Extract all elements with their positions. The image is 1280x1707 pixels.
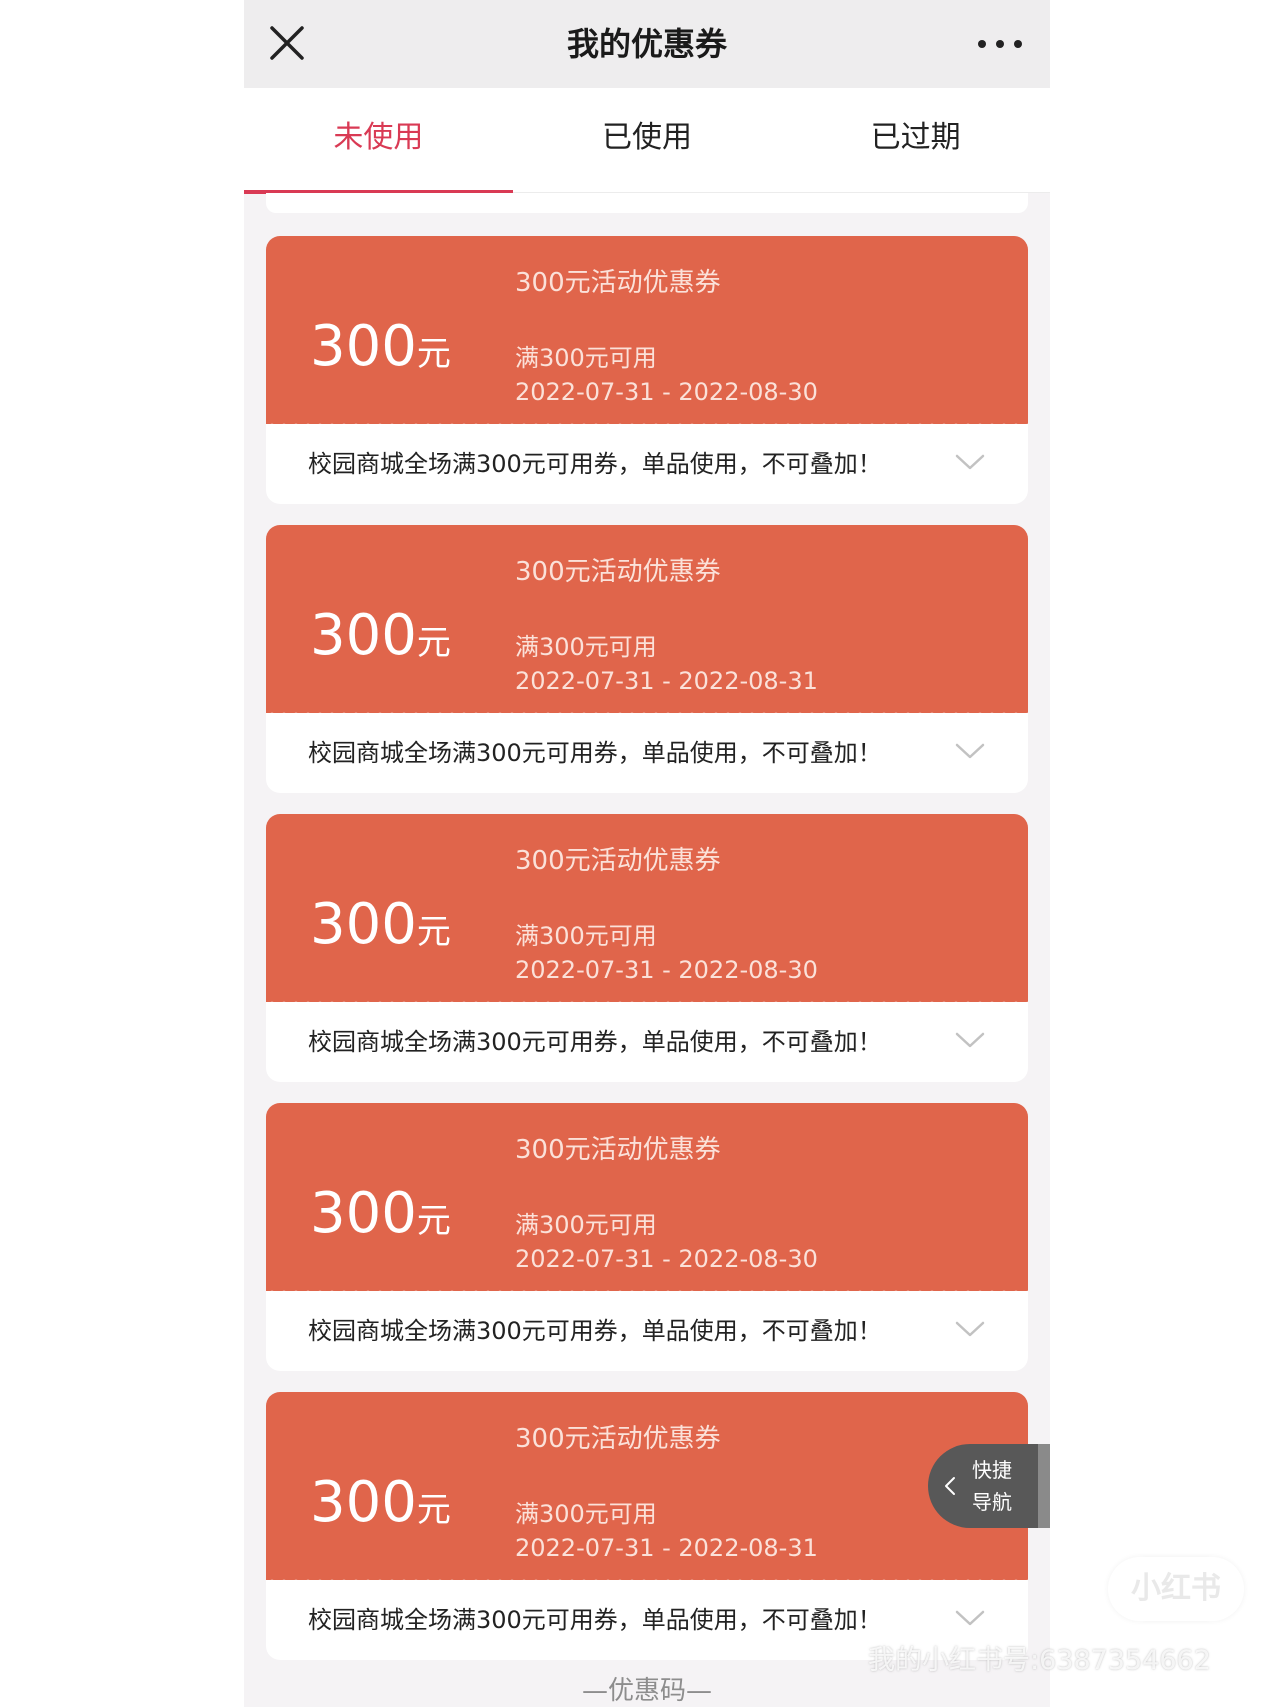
- coupon-card[interactable]: 300元 300元活动优惠券 满300元可用 2022-07-31 - 2022…: [266, 525, 1028, 793]
- amount-value: 300: [310, 314, 417, 379]
- chevron-down-icon[interactable]: [954, 1607, 986, 1629]
- close-icon: [270, 26, 304, 60]
- chevron-down-icon[interactable]: [954, 740, 986, 762]
- chevron-down-icon[interactable]: [954, 1029, 986, 1051]
- amount-unit: 元: [416, 1490, 451, 1530]
- coupon-condition: 满300元可用: [515, 1211, 657, 1239]
- quick-nav-line-2: 导航: [972, 1490, 1012, 1514]
- phone-screen: 我的优惠券 未使用 已使用 已过期 300元 300元活动优惠券 满300元可用: [244, 0, 1050, 1707]
- coupon-header: 300元 300元活动优惠券 满300元可用 2022-07-31 - 2022…: [266, 814, 1028, 1002]
- coupon-validity: 2022-07-31 - 2022-08-30: [515, 956, 818, 984]
- coupon-description: 校园商城全场满300元可用券，单品使用，不可叠加！: [308, 1317, 882, 1345]
- coupon-description-row[interactable]: 校园商城全场满300元可用券，单品使用，不可叠加！: [266, 1291, 1028, 1371]
- top-bar: 我的优惠券: [244, 0, 1050, 88]
- more-icon: [978, 40, 1022, 48]
- coupon-list: 300元 300元活动优惠券 满300元可用 2022-07-31 - 2022…: [266, 236, 1028, 1681]
- tab-expired[interactable]: 已过期: [781, 88, 1050, 192]
- previous-coupon-edge: [266, 193, 1028, 213]
- tab-unused[interactable]: 未使用: [244, 88, 513, 194]
- coupon-condition: 满300元可用: [515, 344, 657, 372]
- amount-unit: 元: [416, 623, 451, 663]
- quick-nav-line-1: 快捷: [972, 1458, 1012, 1482]
- more-button[interactable]: [972, 30, 1028, 58]
- amount-value: 300: [310, 892, 417, 957]
- coupon-amount: 300元: [310, 892, 451, 957]
- coupon-amount: 300元: [310, 1181, 451, 1246]
- coupon-card[interactable]: 300元 300元活动优惠券 满300元可用 2022-07-31 - 2022…: [266, 1392, 1028, 1660]
- tab-used[interactable]: 已使用: [513, 88, 782, 192]
- chevron-down-icon[interactable]: [954, 1318, 986, 1340]
- coupon-description: 校园商城全场满300元可用券，单品使用，不可叠加！: [308, 1606, 882, 1634]
- chevron-left-icon: [945, 1477, 955, 1495]
- amount-value: 300: [310, 603, 417, 668]
- coupon-description: 校园商城全场满300元可用券，单品使用，不可叠加！: [308, 739, 882, 767]
- coupon-validity: 2022-07-31 - 2022-08-31: [515, 1534, 818, 1562]
- coupon-name: 300元活动优惠券: [515, 557, 721, 587]
- coupon-condition: 满300元可用: [515, 922, 657, 950]
- coupon-header: 300元 300元活动优惠券 满300元可用 2022-07-31 - 2022…: [266, 1392, 1028, 1580]
- coupon-description-row[interactable]: 校园商城全场满300元可用券，单品使用，不可叠加！: [266, 424, 1028, 504]
- close-button[interactable]: [266, 22, 308, 64]
- coupon-amount: 300元: [310, 1470, 451, 1535]
- coupon-amount: 300元: [310, 603, 451, 668]
- coupon-header: 300元 300元活动优惠券 满300元可用 2022-07-31 - 2022…: [266, 1103, 1028, 1291]
- watermark-user-id: 我的小红书号:6387354662: [868, 1645, 1211, 1676]
- coupon-condition: 满300元可用: [515, 1500, 657, 1528]
- coupon-amount: 300元: [310, 314, 451, 379]
- coupon-description: 校园商城全场满300元可用券，单品使用，不可叠加！: [308, 450, 882, 478]
- chevron-down-icon[interactable]: [954, 451, 986, 473]
- quick-nav-button[interactable]: 快捷 导航: [928, 1444, 1050, 1528]
- coupon-description-row[interactable]: 校园商城全场满300元可用券，单品使用，不可叠加！: [266, 713, 1028, 793]
- coupon-description-row[interactable]: 校园商城全场满300元可用券，单品使用，不可叠加！: [266, 1002, 1028, 1082]
- amount-unit: 元: [416, 1201, 451, 1241]
- tab-bar: 未使用 已使用 已过期: [244, 88, 1050, 194]
- coupon-card[interactable]: 300元 300元活动优惠券 满300元可用 2022-07-31 - 2022…: [266, 236, 1028, 504]
- coupon-header: 300元 300元活动优惠券 满300元可用 2022-07-31 - 2022…: [266, 525, 1028, 713]
- amount-value: 300: [310, 1470, 417, 1535]
- amount-unit: 元: [416, 334, 451, 374]
- page-title: 我的优惠券: [566, 25, 727, 63]
- watermark-logo: 小红书: [1108, 1557, 1244, 1621]
- coupon-name: 300元活动优惠券: [515, 1424, 721, 1454]
- coupon-card[interactable]: 300元 300元活动优惠券 满300元可用 2022-07-31 - 2022…: [266, 814, 1028, 1082]
- coupon-card[interactable]: 300元 300元活动优惠券 满300元可用 2022-07-31 - 2022…: [266, 1103, 1028, 1371]
- coupon-description: 校园商城全场满300元可用券，单品使用，不可叠加！: [308, 1028, 882, 1056]
- amount-value: 300: [310, 1181, 417, 1246]
- coupon-name: 300元活动优惠券: [515, 846, 721, 876]
- quick-nav-label: 快捷 导航: [966, 1454, 1018, 1518]
- amount-unit: 元: [416, 912, 451, 952]
- quick-nav-edge: [1038, 1444, 1050, 1528]
- coupon-header: 300元 300元活动优惠券 满300元可用 2022-07-31 - 2022…: [266, 236, 1028, 424]
- coupon-name: 300元活动优惠券: [515, 1135, 721, 1165]
- coupon-name: 300元活动优惠券: [515, 268, 721, 298]
- coupon-validity: 2022-07-31 - 2022-08-31: [515, 667, 818, 695]
- coupon-condition: 满300元可用: [515, 633, 657, 661]
- coupon-validity: 2022-07-31 - 2022-08-30: [515, 378, 818, 406]
- coupon-validity: 2022-07-31 - 2022-08-30: [515, 1245, 818, 1273]
